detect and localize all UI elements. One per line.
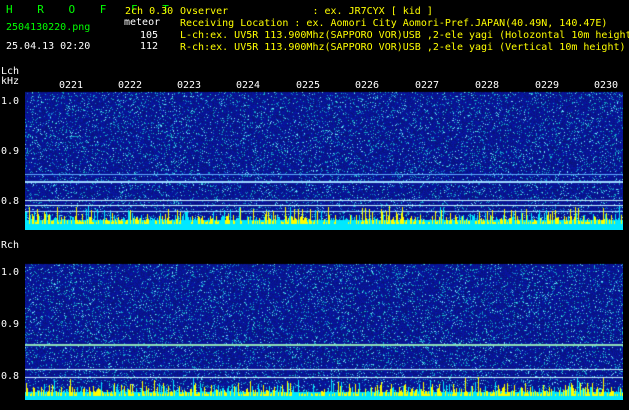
- time-label: 0224: [236, 80, 261, 91]
- rch-tick-0-8: 0.8: [1, 371, 20, 382]
- meteor-label: meteor: [124, 17, 161, 28]
- time-label: 0228: [475, 80, 500, 91]
- meteor-count-r: 112: [140, 41, 159, 52]
- time-label: 0225: [296, 80, 321, 91]
- time-label: 0227: [415, 80, 440, 91]
- meteor-count-l: 105: [140, 30, 159, 41]
- lch-tick-0-9: 0.9: [1, 146, 20, 157]
- datetime-label: 25.04.13 02:20: [6, 41, 91, 52]
- rch-spectrogram: [25, 250, 623, 400]
- observer-line: Ovserver : ex. JR7CYX [ kid ]: [180, 6, 433, 17]
- time-label: 0222: [118, 80, 143, 91]
- time-label: 0229: [535, 80, 560, 91]
- lch-spectrogram: [25, 78, 623, 230]
- lch-spectrogram-canvas: [25, 78, 623, 230]
- rch-info-line: R-ch:ex. UV5R 113.900Mhz(SAPPORO VOR)USB…: [180, 42, 626, 53]
- lch-info-line: L-ch:ex. UV5R 113.900Mhz(SAPPORO VOR)USB…: [180, 30, 629, 41]
- version-label: 2ch 0.30: [125, 6, 174, 17]
- location-line: Receiving Location : ex. Aomori City Aom…: [180, 18, 608, 29]
- time-label: 0221: [59, 80, 84, 91]
- rch-channel-label: Rch: [1, 240, 20, 251]
- rch-tick-0-9: 0.9: [1, 319, 20, 330]
- time-label: 0230: [594, 80, 619, 91]
- lch-unit-label: kHz: [1, 76, 20, 87]
- time-label: 0226: [355, 80, 380, 91]
- rch-spectrogram-canvas: [25, 250, 623, 400]
- time-label: 0223: [177, 80, 202, 91]
- lch-tick-0-8: 0.8: [1, 196, 20, 207]
- lch-tick-1-0: 1.0: [1, 96, 20, 107]
- hroft-window: H R O F F T 2504130220.png 25.04.13 02:2…: [0, 0, 629, 410]
- filename-label: 2504130220.png: [6, 22, 91, 33]
- rch-tick-1-0: 1.0: [1, 267, 20, 278]
